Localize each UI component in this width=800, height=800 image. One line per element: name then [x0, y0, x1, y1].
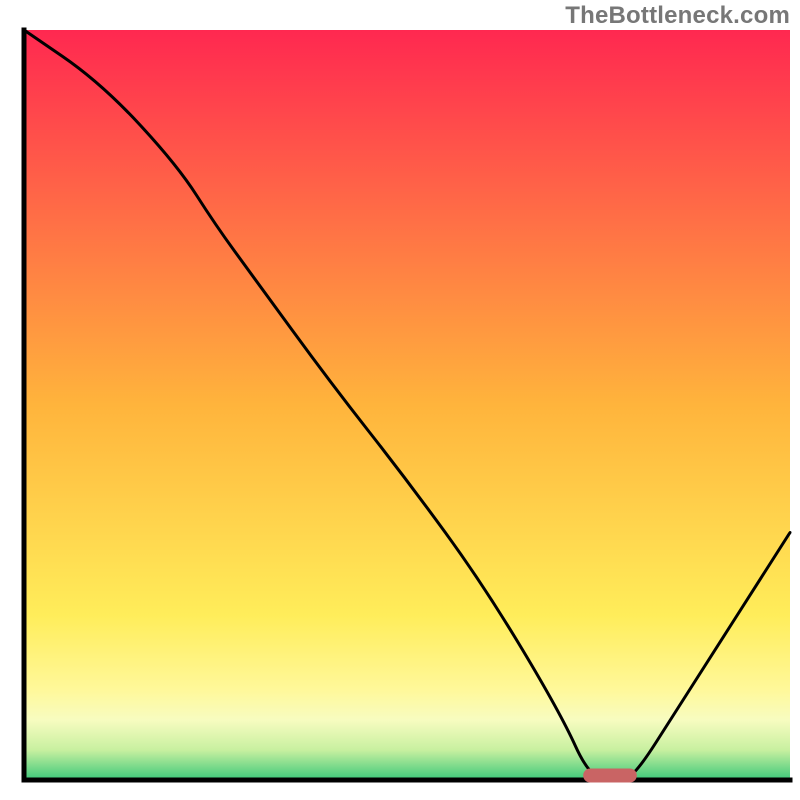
gradient-background — [24, 30, 790, 780]
optimal-range-marker — [583, 769, 637, 783]
chart-frame: TheBottleneck.com — [0, 0, 800, 800]
bottleneck-chart — [0, 0, 800, 800]
